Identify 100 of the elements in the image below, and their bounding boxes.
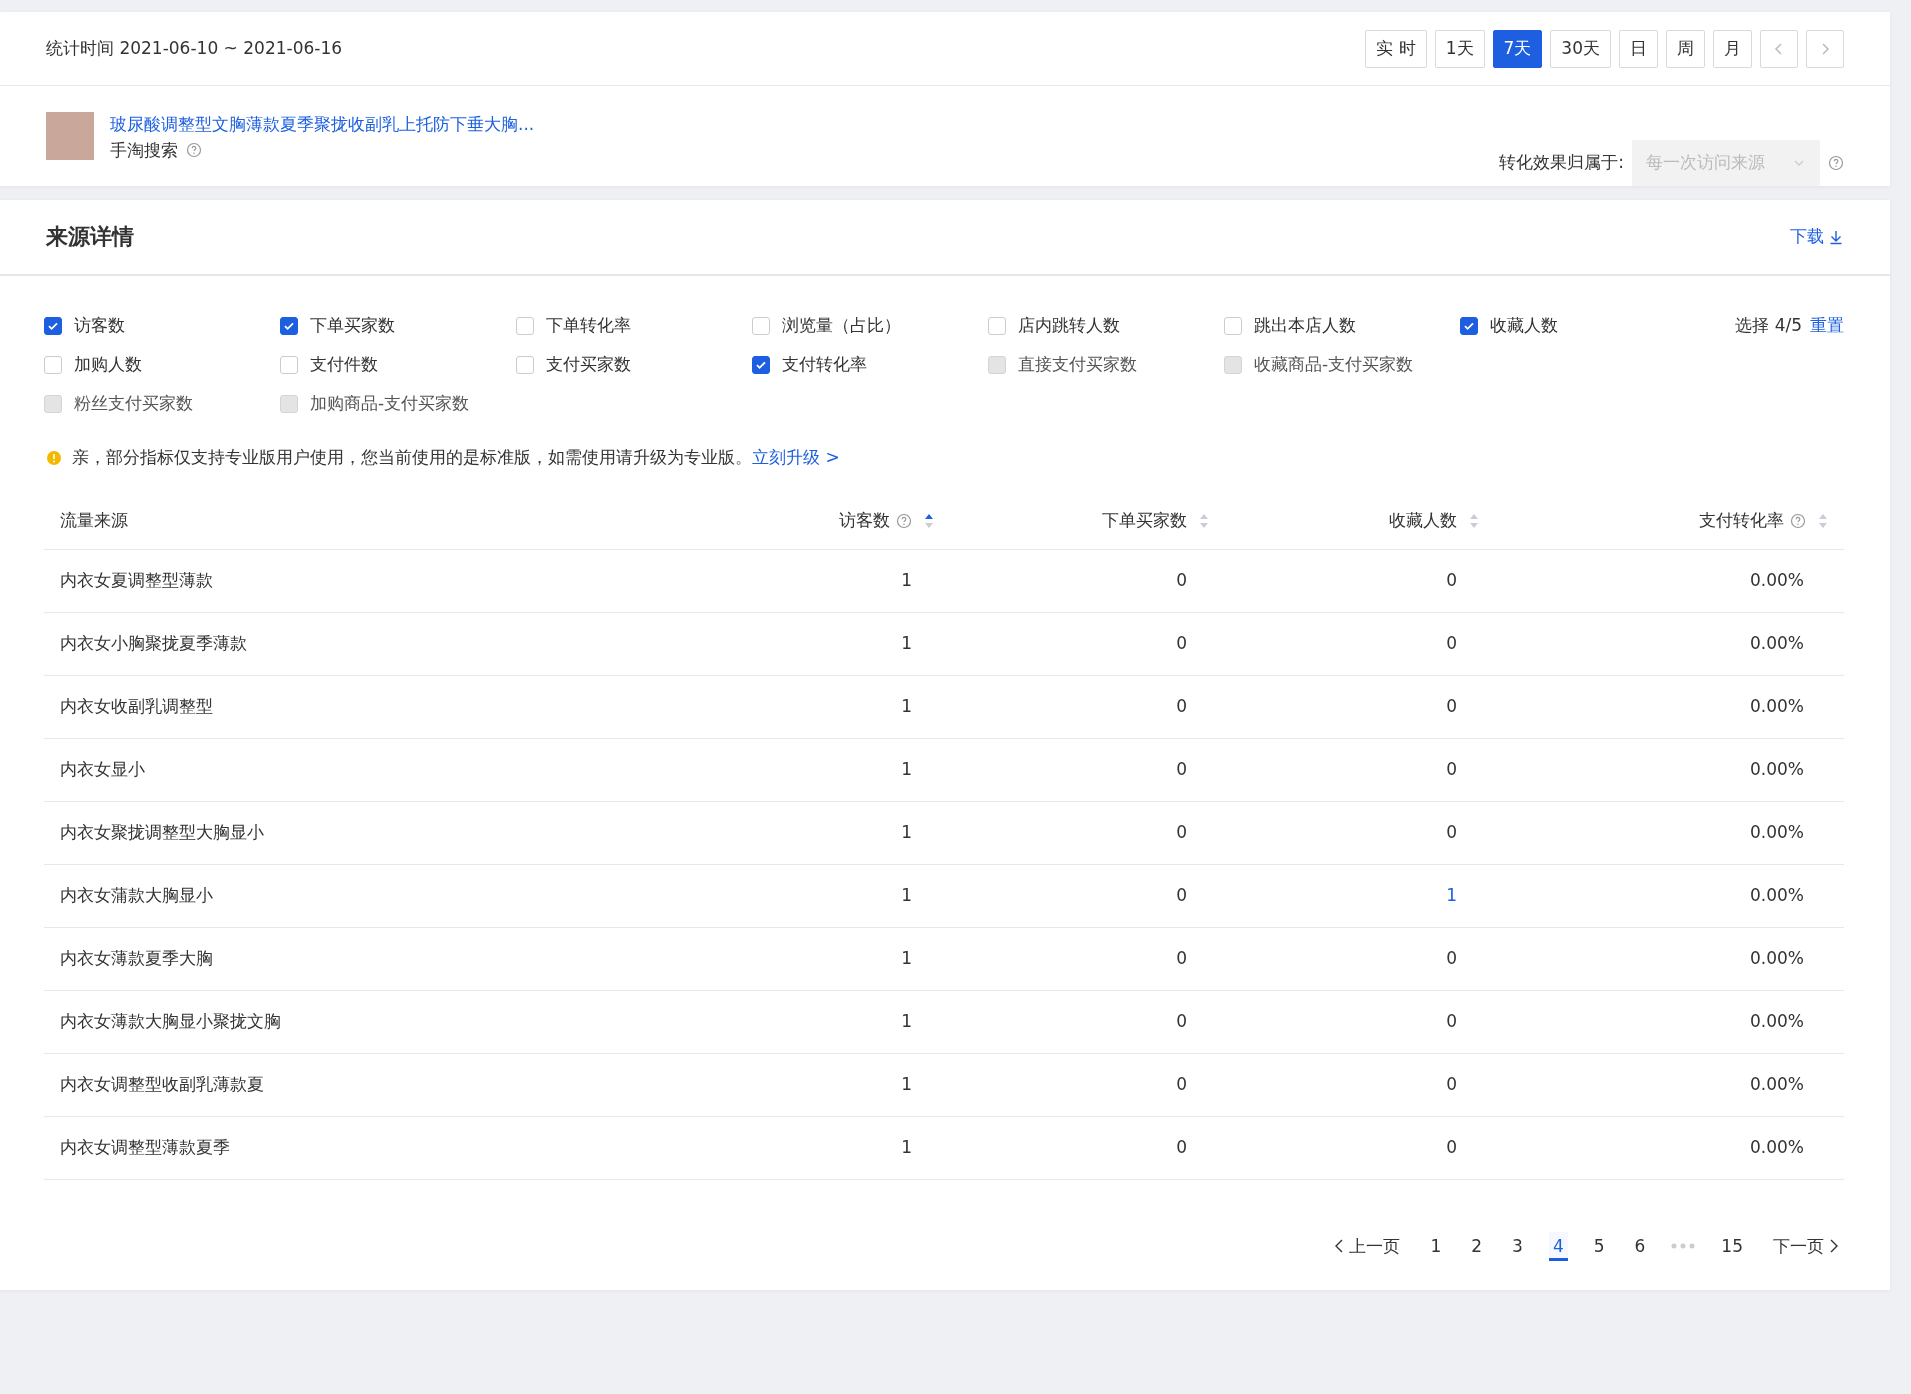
column-header[interactable]: 支付转化率 — [1699, 507, 1784, 534]
table-cell: 0 — [1446, 758, 1457, 779]
next-page-button[interactable]: 下一页 — [1769, 1231, 1844, 1261]
page-button[interactable]: 6 — [1630, 1231, 1650, 1261]
table-cell: 内衣女薄款大胸显小聚拢文胸 — [60, 1010, 281, 1031]
table-cell: 1 — [901, 758, 912, 779]
checkbox[interactable] — [752, 355, 770, 374]
checkbox-label: 收藏商品-支付买家数 — [1254, 352, 1414, 376]
checkbox-label: 直接支付买家数 — [1018, 352, 1137, 376]
table-cell: 0 — [1176, 758, 1187, 779]
next-button[interactable] — [1806, 29, 1844, 68]
range-button[interactable]: 月 — [1713, 29, 1752, 68]
table-cell: 0 — [1446, 1010, 1457, 1031]
table-cell: 1 — [901, 632, 912, 653]
table-cell: 1 — [901, 695, 912, 716]
notice-text: 亲，部分指标仅支持专业版用户使用，您当前使用的是标准版，如需使用请升级为专业版。立刻升级 > — [72, 446, 840, 469]
table-cell: 0 — [1176, 1073, 1187, 1094]
table-cell: 1 — [901, 884, 912, 905]
prev-page-button[interactable]: 上一页 — [1329, 1231, 1405, 1261]
table-cell: 内衣女收副乳调整型 — [60, 695, 213, 716]
checkbox-label[interactable]: 下单转化率 — [546, 312, 631, 339]
checkbox[interactable] — [44, 316, 62, 335]
column-header[interactable]: 下单买家数 — [1102, 507, 1187, 534]
chevron-right-icon — [1828, 1238, 1840, 1255]
checkbox-label[interactable]: 浏览量（占比） — [782, 312, 901, 339]
page-button[interactable]: 1 — [1426, 1231, 1446, 1261]
product-title-link[interactable]: 玻尿酸调整型文胸薄款夏季聚拢收副乳上托防下垂大胸... — [110, 112, 535, 138]
checkbox-label[interactable]: 加购人数 — [74, 351, 142, 378]
help-icon — [186, 142, 202, 159]
attribution-label: 转化效果归属于: — [1499, 151, 1624, 175]
table-cell: 1 — [901, 569, 912, 590]
source-label: 手淘搜索 — [110, 138, 178, 162]
table-cell: 0.00% — [1750, 1073, 1804, 1094]
checkbox-label[interactable]: 支付转化率 — [782, 351, 867, 378]
table-cell: 0.00% — [1750, 569, 1804, 590]
stats-period-label: 统计时间 2021-06-10 ~ 2021-06-16 — [46, 36, 343, 60]
table-cell: 0 — [1176, 569, 1187, 590]
page-button[interactable]: 4 — [1548, 1231, 1568, 1261]
table-cell: 0 — [1446, 569, 1457, 590]
prev-button[interactable] — [1760, 29, 1798, 68]
checkbox-label[interactable]: 支付买家数 — [546, 351, 631, 378]
table-cell: 1 — [901, 1073, 912, 1094]
table-cell: 0 — [1176, 1010, 1187, 1031]
table-cell: 0 — [1176, 695, 1187, 716]
checkbox-label[interactable]: 跳出本店人数 — [1254, 312, 1356, 339]
table-cell: 0 — [1176, 884, 1187, 905]
column-header[interactable]: 收藏人数 — [1389, 507, 1457, 534]
range-button[interactable]: 日 — [1619, 29, 1658, 68]
reset-link[interactable]: 重置 — [1810, 312, 1844, 339]
product-thumbnail — [46, 112, 94, 160]
table-cell: 内衣女调整型薄款夏季 — [60, 1136, 230, 1157]
table-cell: 0 — [1446, 1073, 1457, 1094]
table-cell: 0.00% — [1750, 1010, 1804, 1031]
table-cell: 0.00% — [1750, 947, 1804, 968]
page-button[interactable]: 15 — [1717, 1231, 1747, 1261]
table-cell: 1 — [901, 947, 912, 968]
checkbox-label: 粉丝支付买家数 — [74, 391, 193, 415]
range-button[interactable]: 1天 — [1434, 29, 1485, 68]
checkbox[interactable] — [280, 316, 298, 335]
table-cell: 1 — [1446, 884, 1457, 905]
upgrade-link[interactable]: 立刻升级 > — [752, 447, 840, 467]
download-link[interactable]: 下载 — [1790, 224, 1844, 250]
table-cell: 内衣女夏调整型薄款 — [60, 569, 213, 590]
page-button[interactable]: 3 — [1508, 1231, 1527, 1261]
checkbox-label[interactable]: 下单买家数 — [310, 312, 395, 339]
column-header: 流量来源 — [60, 508, 128, 532]
table-cell: 0.00% — [1750, 632, 1804, 653]
range-button[interactable]: 7天 — [1492, 29, 1543, 68]
warning-icon — [46, 449, 62, 466]
table-cell: 1 — [901, 1010, 912, 1031]
page-button[interactable]: 2 — [1467, 1231, 1487, 1261]
table-cell: 0.00% — [1750, 884, 1804, 905]
table-cell: 0 — [1176, 1136, 1187, 1157]
table-cell: 0 — [1446, 947, 1457, 968]
checkbox[interactable] — [1460, 316, 1478, 335]
table-cell: 0.00% — [1750, 758, 1804, 779]
checkbox-label[interactable]: 店内跳转人数 — [1018, 312, 1120, 339]
range-button[interactable]: 实 时 — [1365, 29, 1427, 68]
table-cell: 0.00% — [1750, 821, 1804, 842]
checkbox-label[interactable]: 支付件数 — [310, 351, 378, 378]
range-button[interactable]: 30天 — [1550, 29, 1611, 68]
range-button[interactable]: 周 — [1666, 29, 1705, 68]
table-cell: 内衣女聚拢调整型大胸显小 — [60, 821, 264, 842]
table-cell: 0 — [1176, 947, 1187, 968]
page-button[interactable]: 5 — [1589, 1231, 1609, 1261]
table-cell: 0 — [1446, 695, 1457, 716]
table-cell: 0.00% — [1750, 695, 1804, 716]
download-icon — [1828, 229, 1844, 245]
column-header[interactable]: 访客数 — [839, 507, 890, 534]
checkbox-label: 加购商品-支付买家数 — [310, 391, 470, 415]
table-cell: 内衣女薄款夏季大胸 — [60, 947, 213, 968]
section-title: 来源详情 — [46, 223, 134, 251]
selection-count: 选择 4/5 — [1735, 313, 1802, 337]
help-icon — [1828, 155, 1844, 171]
checkbox-label[interactable]: 访客数 — [74, 312, 125, 339]
table-cell: 0 — [1176, 632, 1187, 653]
checkbox-label[interactable]: 收藏人数 — [1490, 312, 1558, 339]
table-cell: 内衣女显小 — [60, 758, 145, 779]
table-cell: 0 — [1446, 632, 1457, 653]
table-cell: 1 — [901, 821, 912, 842]
